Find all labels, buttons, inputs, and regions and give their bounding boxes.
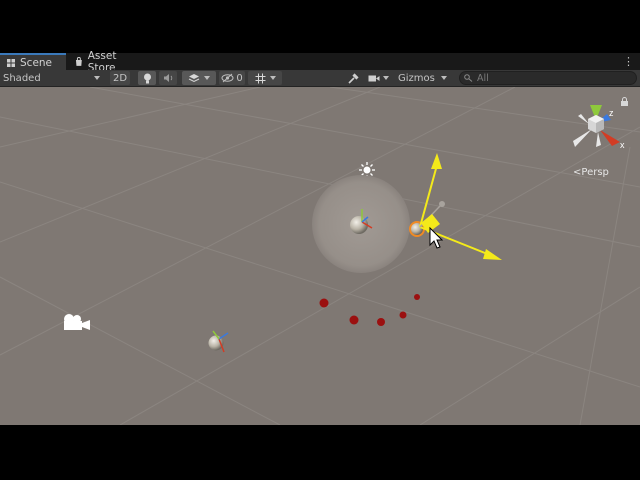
more-options-icon[interactable]: ⋮ <box>623 53 634 70</box>
projection-toggle[interactable]: <Persp <box>573 167 609 178</box>
axis-label-z: z <box>609 108 614 118</box>
scene-toolbar: Shaded 2D 0 Gizmos All <box>0 70 640 87</box>
hidden-count: 0 <box>236 72 243 84</box>
camera-dropdown[interactable] <box>368 71 394 85</box>
toggle-2d-label: 2D <box>112 72 128 84</box>
wrench-icon <box>347 72 359 84</box>
projection-label: Persp <box>581 167 609 178</box>
camera-gizmo-icon[interactable] <box>64 314 90 330</box>
hidden-eye-icon <box>221 73 234 83</box>
move-tool-gizmo[interactable] <box>419 153 502 260</box>
letterbox-top <box>0 0 640 53</box>
grid-icon <box>7 58 15 67</box>
chevron-down-icon <box>383 76 389 80</box>
search-icon <box>464 74 473 82</box>
effects-dropdown[interactable] <box>182 71 216 85</box>
grid-icon <box>255 73 265 83</box>
search-placeholder: All <box>477 72 489 84</box>
chevron-down-icon <box>204 76 210 80</box>
axis-label-x: x <box>620 140 625 150</box>
draw-mode-value: Shaded <box>3 72 41 84</box>
grid-snap-dropdown[interactable] <box>248 71 282 85</box>
scene-viewport[interactable]: z x <Persp <box>0 87 640 425</box>
scene-object-small[interactable] <box>208 330 229 353</box>
lightbulb-icon <box>143 73 151 83</box>
lock-icon[interactable] <box>621 97 628 107</box>
layers-icon <box>188 74 200 83</box>
chevron-down-icon <box>94 76 100 80</box>
tab-label: Scene <box>20 56 53 69</box>
tab-asset-store[interactable]: Asset Store <box>68 50 152 74</box>
speaker-icon <box>163 74 172 82</box>
ground-grid <box>0 87 640 425</box>
lighting-toggle[interactable] <box>138 71 156 85</box>
gizmos-label: Gizmos <box>398 72 435 84</box>
gizmos-dropdown[interactable]: Gizmos <box>398 71 454 85</box>
audio-toggle[interactable] <box>159 71 177 85</box>
tab-scene[interactable]: Scene <box>0 53 66 70</box>
toggle-2d-button[interactable]: 2D <box>110 71 130 85</box>
bag-icon <box>75 56 82 66</box>
window-tab-bar: Scene Asset Store ⋮ <box>0 50 640 74</box>
camera-icon <box>368 75 380 81</box>
draw-mode-dropdown[interactable]: Shaded <box>3 71 103 85</box>
particle-dots <box>319 294 420 326</box>
chevron-down-icon <box>440 76 447 80</box>
scene-visibility-toggle[interactable]: 0 <box>219 71 245 85</box>
search-input[interactable]: All <box>459 71 637 85</box>
mouse-cursor-icon <box>429 226 444 249</box>
chevron-down-icon <box>269 76 276 80</box>
tools-button[interactable] <box>345 71 361 85</box>
letterbox-bottom <box>0 425 640 480</box>
